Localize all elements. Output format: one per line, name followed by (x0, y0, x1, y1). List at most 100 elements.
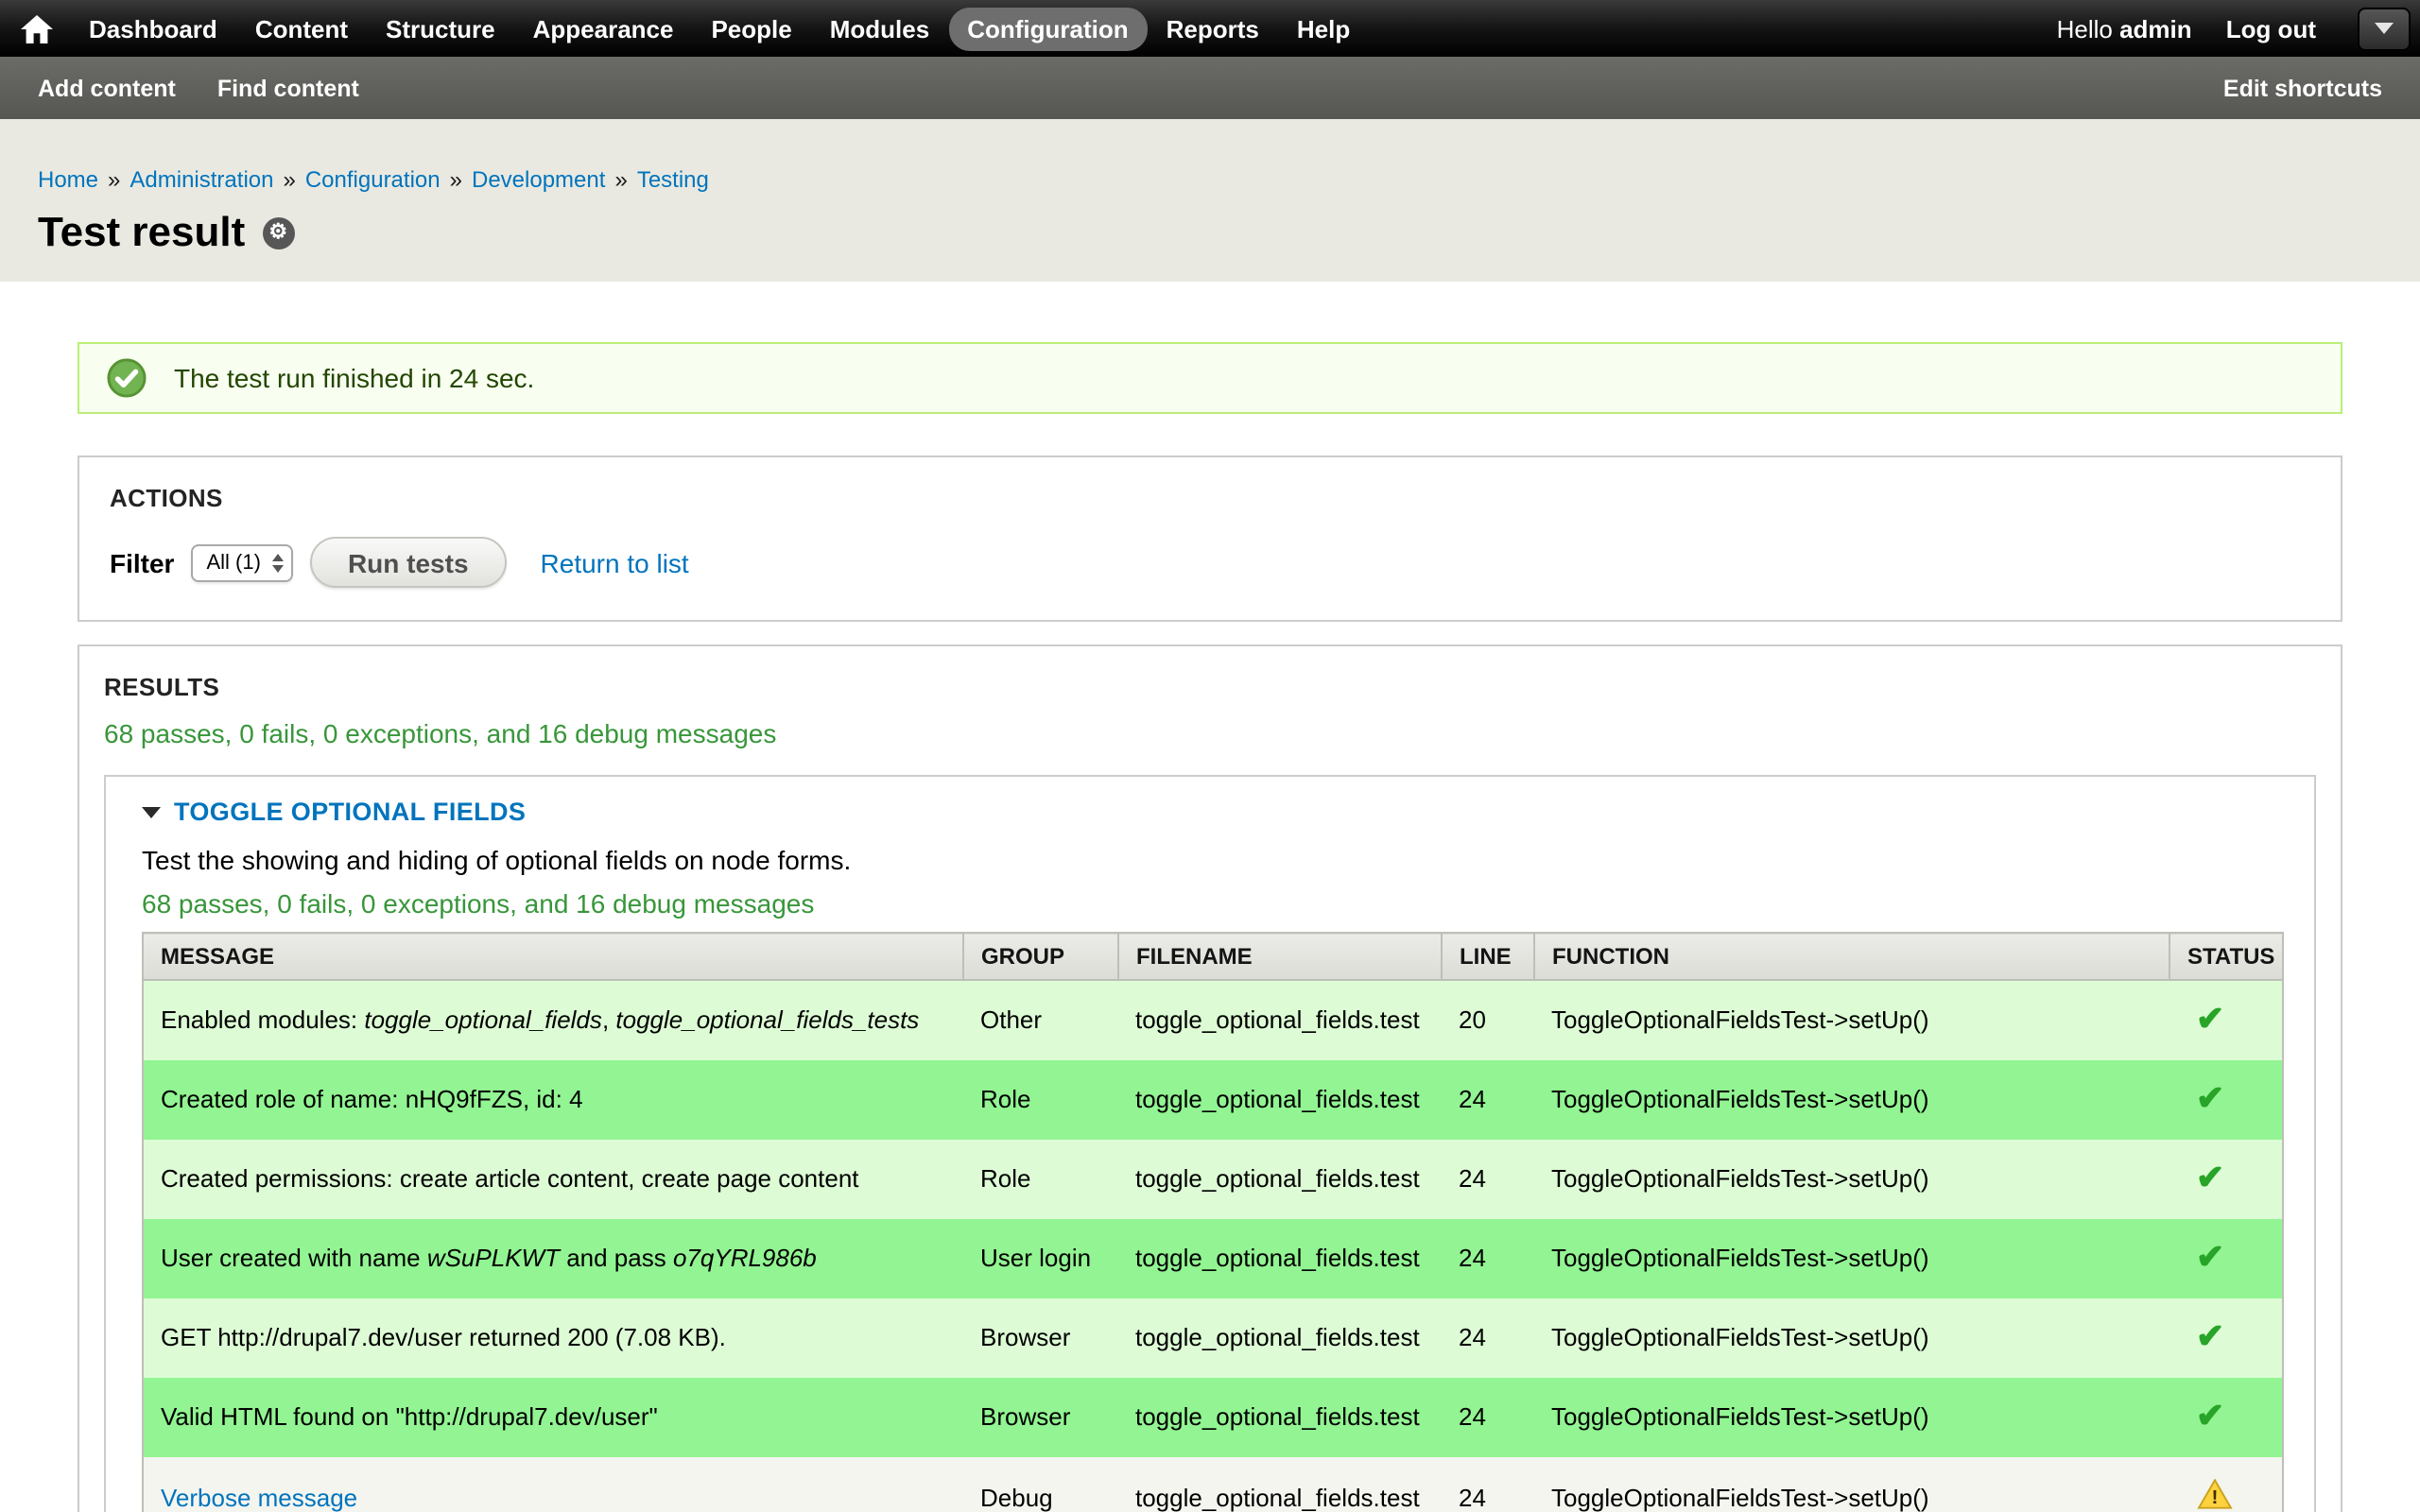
cell-group: Browser (963, 1298, 1118, 1378)
pass-check-icon: ✔ (2196, 1000, 2224, 1038)
admin-toolbar: DashboardContentStructureAppearancePeopl… (0, 0, 2420, 57)
page-title-gear-icon[interactable]: ⚙ (262, 216, 294, 249)
home-icon[interactable] (9, 0, 62, 57)
cell-group: Browser (963, 1377, 1118, 1456)
cell-message: Created role of name: nHQ9fFZS, id: 4 (143, 1060, 963, 1140)
test-group-title-row[interactable]: TOGGLE OPTIONAL FIELDS (142, 798, 2284, 826)
pass-check-icon: ✔ (2196, 1079, 2224, 1117)
greeting-prefix: Hello (2057, 14, 2113, 43)
test-group-title-link[interactable]: TOGGLE OPTIONAL FIELDS (174, 798, 526, 826)
column-header-message: MESSAGE (143, 933, 963, 980)
cell-group: Role (963, 1140, 1118, 1219)
cell-filename: toggle_optional_fields.test (1118, 980, 1442, 1060)
toolbar-item-appearance[interactable]: Appearance (514, 7, 693, 50)
edit-shortcuts-link[interactable]: Edit shortcuts (2223, 75, 2382, 101)
cell-status: ✔ (2169, 1060, 2283, 1140)
cell-message: Created permissions: create article cont… (143, 1140, 963, 1219)
verbose-message-link[interactable]: Verbose message (161, 1483, 357, 1511)
cell-group: Debug (963, 1456, 1118, 1512)
results-table-body: Enabled modules: toggle_optional_fields,… (143, 980, 2283, 1512)
toolbar-item-content[interactable]: Content (236, 7, 367, 50)
message-text: Enabled modules: (161, 1005, 364, 1034)
svg-text:!: ! (2211, 1486, 2218, 1507)
breadcrumb-link-administration[interactable]: Administration (130, 166, 273, 193)
toolbar-item-structure[interactable]: Structure (367, 7, 514, 50)
run-tests-button[interactable]: Run tests (310, 537, 507, 588)
cell-line: 24 (1442, 1298, 1534, 1378)
pass-check-icon: ✔ (2196, 1238, 2224, 1276)
toolbar-item-dashboard[interactable]: Dashboard (70, 7, 236, 50)
toolbar-item-help[interactable]: Help (1278, 7, 1369, 50)
cell-filename: toggle_optional_fields.test (1118, 1377, 1442, 1456)
message-text: Created permissions: create article cont… (161, 1164, 859, 1193)
cell-function: ToggleOptionalFieldsTest->setUp() (1534, 1140, 2169, 1219)
result-row: Enabled modules: toggle_optional_fields,… (143, 980, 2283, 1060)
actions-row: Filter All (1) Run tests Return to list (110, 537, 2310, 588)
breadcrumb-separator: » (614, 166, 627, 193)
cell-status: ✔ (2169, 1219, 2283, 1298)
breadcrumb-link-home[interactable]: Home (38, 166, 98, 193)
main-content: The test run finished in 24 sec. ACTIONS… (0, 282, 2420, 1512)
filter-selected-value: All (1) (206, 551, 260, 574)
chevron-down-icon (2375, 23, 2394, 34)
test-filter-select[interactable]: All (1) (191, 543, 292, 581)
cell-filename: toggle_optional_fields.test (1118, 1140, 1442, 1219)
message-italic-text: toggle_optional_fields (364, 1005, 602, 1034)
cell-function: ToggleOptionalFieldsTest->setUp() (1534, 1298, 2169, 1378)
message-text: and pass (560, 1244, 673, 1272)
breadcrumb-link-testing[interactable]: Testing (637, 166, 709, 193)
toolbar-right: Hello admin Log out (2057, 7, 2411, 50)
status-message-text: The test run finished in 24 sec. (174, 363, 534, 393)
cell-status: ✔ (2169, 980, 2283, 1060)
breadcrumb-separator: » (108, 166, 120, 193)
results-fieldset: RESULTS 68 passes, 0 fails, 0 exceptions… (78, 644, 2342, 1512)
cell-line: 24 (1442, 1140, 1534, 1219)
toolbar-item-configuration[interactable]: Configuration (948, 7, 1147, 50)
cell-group: User login (963, 1219, 1118, 1298)
breadcrumb-separator: » (450, 166, 462, 193)
cell-message: Valid HTML found on "http://drupal7.dev/… (143, 1377, 963, 1456)
cell-status: ✔ (2169, 1377, 2283, 1456)
message-italic-text: o7qYRL986b (673, 1244, 817, 1272)
page-title-row: Test result ⚙ (38, 208, 2382, 257)
return-to-list-link[interactable]: Return to list (541, 547, 689, 577)
shortcut-bar: Add content Find content Edit shortcuts (0, 57, 2420, 119)
pass-check-icon: ✔ (2196, 1396, 2224, 1434)
result-row: Verbose messageDebugtoggle_optional_fiel… (143, 1456, 2283, 1512)
breadcrumb-link-configuration[interactable]: Configuration (305, 166, 441, 193)
result-row: GET http://drupal7.dev/user returned 200… (143, 1298, 2283, 1378)
breadcrumb-link-development[interactable]: Development (472, 166, 605, 193)
results-table-head: MESSAGEGROUPFILENAMELINEFUNCTIONSTATUS (143, 933, 2283, 980)
breadcrumb-separator: » (283, 166, 295, 193)
cell-line: 24 (1442, 1377, 1534, 1456)
pass-check-icon: ✔ (2196, 1159, 2224, 1196)
toolbar-item-people[interactable]: People (692, 7, 810, 50)
logout-link[interactable]: Log out (2226, 14, 2316, 43)
browser-viewport: DashboardContentStructureAppearancePeopl… (0, 0, 2420, 1512)
cell-function: ToggleOptionalFieldsTest->setUp() (1534, 980, 2169, 1060)
column-header-line: LINE (1442, 933, 1534, 980)
drupal-test-result-page: DashboardContentStructureAppearancePeopl… (0, 0, 2420, 1512)
cell-status: ! (2169, 1456, 2283, 1512)
result-row: Created permissions: create article cont… (143, 1140, 2283, 1219)
shortcut-item-add-content[interactable]: Add content (38, 75, 176, 101)
collapse-arrow-icon (142, 806, 161, 817)
page-header: Home » Administration » Configuration » Develo… (0, 119, 2420, 282)
success-check-icon (106, 357, 147, 399)
result-row: User created with name wSuPLKWT and pass… (143, 1219, 2283, 1298)
results-header-row: MESSAGEGROUPFILENAMELINEFUNCTIONSTATUS (143, 933, 2283, 980)
results-legend: RESULTS (104, 673, 2316, 701)
cell-status: ✔ (2169, 1140, 2283, 1219)
warning-triangle-icon: ! (2196, 1477, 2232, 1509)
toolbar-item-reports[interactable]: Reports (1148, 7, 1278, 50)
test-group-description: Test the showing and hiding of optional … (142, 845, 2284, 875)
cell-filename: toggle_optional_fields.test (1118, 1219, 1442, 1298)
cell-line: 24 (1442, 1060, 1534, 1140)
test-group-fieldset: TOGGLE OPTIONAL FIELDS Test the showing … (104, 775, 2316, 1512)
test-group-summary: 68 passes, 0 fails, 0 exceptions, and 16… (142, 888, 2284, 919)
results-summary: 68 passes, 0 fails, 0 exceptions, and 16… (104, 718, 2316, 748)
toolbar-item-modules[interactable]: Modules (811, 7, 948, 50)
toolbar-drawer-toggle[interactable] (2358, 7, 2411, 50)
shortcut-item-find-content[interactable]: Find content (217, 75, 359, 101)
cell-line: 20 (1442, 980, 1534, 1060)
